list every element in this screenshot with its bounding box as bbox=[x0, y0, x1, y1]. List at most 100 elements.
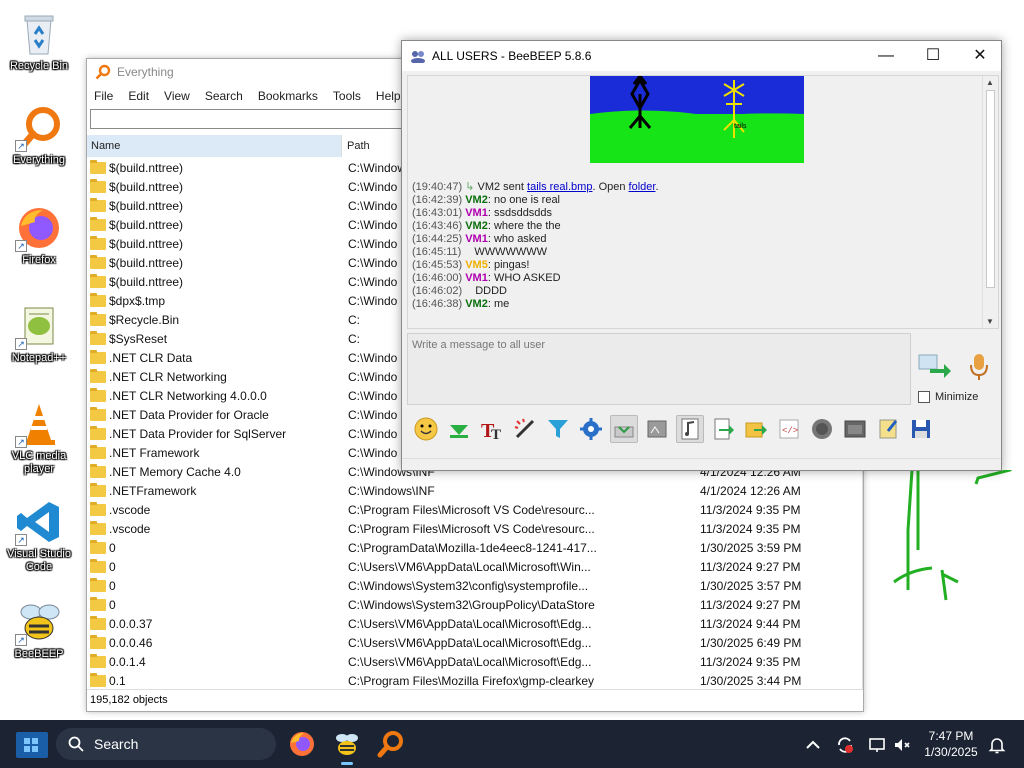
minimize-window-button[interactable]: — bbox=[863, 41, 909, 71]
users-icon bbox=[411, 51, 425, 63]
cell-name: .NETFramework bbox=[87, 482, 348, 498]
close-window-button[interactable]: ✕ bbox=[957, 41, 1003, 71]
notification-bell-icon[interactable] bbox=[988, 736, 1006, 754]
save-chat-icon[interactable] bbox=[610, 415, 638, 443]
save-disk-icon[interactable] bbox=[907, 415, 935, 443]
system-clock[interactable]: 7:47 PM 1/30/2025 bbox=[916, 728, 986, 760]
table-row[interactable]: .NETFramework C:\Windows\INF 4/1/2024 12:2… bbox=[87, 481, 863, 500]
volume-muted-icon[interactable] bbox=[893, 736, 911, 754]
shared-image: tails bbox=[590, 76, 804, 163]
desktop-icon-beebeep[interactable]: ↗ BeeBEEP bbox=[4, 598, 74, 661]
taskbar-everything[interactable] bbox=[377, 730, 405, 758]
desktop-icon-recycle-bin[interactable]: Recycle Bin bbox=[4, 10, 74, 73]
color-pen-icon[interactable] bbox=[511, 415, 539, 443]
scroll-thumb[interactable] bbox=[986, 90, 995, 288]
menu-bookmarks[interactable]: Bookmarks bbox=[258, 89, 318, 103]
image-icon[interactable] bbox=[643, 415, 671, 443]
menu-help[interactable]: Help bbox=[376, 89, 401, 103]
filter-icon[interactable] bbox=[544, 415, 572, 443]
beebeep-titlebar[interactable]: ALL USERS - BeeBEEP 5.8.6 — ☐ ✕ bbox=[402, 41, 1001, 71]
chat-scrollbar[interactable]: ▲ ▼ bbox=[982, 76, 998, 328]
cell-name: .vscode bbox=[87, 501, 348, 517]
maximize-window-button[interactable]: ☐ bbox=[910, 41, 956, 71]
menu-edit[interactable]: Edit bbox=[128, 89, 149, 103]
network-icon[interactable] bbox=[868, 736, 886, 754]
desktop-icon-label: BeeBEEP bbox=[14, 648, 64, 660]
table-row[interactable]: 0 C:\Users\VM6\AppData\Local\Microsoft\Wi… bbox=[87, 557, 863, 576]
file-name: $(build.nttree) bbox=[109, 179, 184, 194]
table-row[interactable]: 0 C:\Windows\System32\GroupPolicy\DataSto… bbox=[87, 595, 863, 614]
emoticon-icon[interactable] bbox=[412, 415, 440, 443]
minimize-option[interactable]: Minimize bbox=[918, 391, 978, 403]
table-row[interactable]: 0.0.0.46 C:\Users\VM6\AppData\Local\Micro… bbox=[87, 633, 863, 652]
desktop-icon-notepadpp[interactable]: ↗ Notepad++ bbox=[4, 302, 74, 365]
green-arrow-down-icon[interactable] bbox=[445, 415, 473, 443]
search-input[interactable] bbox=[90, 109, 410, 129]
menu-file[interactable]: File bbox=[94, 89, 113, 103]
table-row[interactable]: .vscode C:\Program Files\Microsoft VS Cod… bbox=[87, 500, 863, 519]
cell-date-modified: 11/3/2024 9:35 PM bbox=[700, 521, 801, 536]
message-text: : ssdsddsdds bbox=[487, 207, 553, 219]
send-folder-icon[interactable] bbox=[742, 415, 770, 443]
folder-icon bbox=[90, 653, 106, 668]
record-icon[interactable] bbox=[808, 415, 836, 443]
table-row[interactable]: 0.1 C:\Program Files\Mozilla Firefox\gmp-… bbox=[87, 671, 863, 690]
chat-message: (16:46:38) VM2: me bbox=[412, 298, 659, 311]
cell-name: $(build.nttree) bbox=[87, 273, 348, 289]
folder-icon bbox=[90, 292, 106, 307]
file-link[interactable]: tails real.bmp bbox=[527, 181, 592, 193]
send-message-icon[interactable] bbox=[918, 353, 952, 379]
taskbar-firefox[interactable] bbox=[288, 730, 316, 758]
scroll-up-icon[interactable]: ▲ bbox=[986, 78, 994, 87]
column-header-name[interactable]: Name bbox=[87, 135, 342, 157]
menu-view[interactable]: View bbox=[164, 89, 190, 103]
table-row[interactable]: 0.0.1.4 C:\Users\VM6\AppData\Local\Micros… bbox=[87, 652, 863, 671]
message-timestamp: (16:45:53) bbox=[412, 259, 463, 271]
minimize-checkbox[interactable] bbox=[918, 391, 930, 403]
notes-icon[interactable] bbox=[874, 415, 902, 443]
message-input[interactable]: Write a message to all user bbox=[407, 333, 911, 405]
microphone-icon[interactable] bbox=[968, 353, 990, 381]
beebeep-window[interactable]: ALL USERS - BeeBEEP 5.8.6 — ☐ ✕ tails (1… bbox=[401, 40, 1002, 471]
file-name: 0 bbox=[109, 540, 116, 555]
resize-grip[interactable] bbox=[402, 458, 1001, 470]
screenshot-icon[interactable] bbox=[841, 415, 869, 443]
message-timestamp: (16:45:11) bbox=[412, 246, 462, 258]
folder-icon bbox=[90, 330, 106, 345]
message-sender: VM1 bbox=[465, 272, 488, 284]
desktop-icon-firefox[interactable]: ↗ Firefox bbox=[4, 204, 74, 267]
send-file-icon[interactable] bbox=[709, 415, 737, 443]
taskbar-beebeep[interactable] bbox=[333, 730, 361, 765]
font-icon[interactable]: TT bbox=[478, 415, 506, 443]
vscode-icon: ↗ bbox=[15, 498, 63, 546]
start-button[interactable] bbox=[16, 732, 48, 758]
music-note-icon[interactable] bbox=[676, 415, 704, 443]
desktop-icon-vscode[interactable]: ↗ Visual Studio Code bbox=[4, 498, 74, 574]
chevron-up-icon[interactable] bbox=[804, 736, 822, 754]
message-sender: VM2 bbox=[465, 298, 488, 310]
taskbar-search[interactable]: Search bbox=[56, 728, 276, 760]
folder-icon bbox=[90, 273, 106, 288]
folder-link[interactable]: folder bbox=[629, 181, 656, 193]
desktop-icon-vlc[interactable]: ↗ VLC media player bbox=[4, 400, 74, 476]
folder-icon bbox=[90, 463, 106, 478]
file-name: $(build.nttree) bbox=[109, 236, 184, 251]
table-row[interactable]: 0 C:\ProgramData\Mozilla-1de4eec8-1241-41… bbox=[87, 538, 863, 557]
message-text: . bbox=[655, 181, 659, 193]
cell-name: $(build.nttree) bbox=[87, 216, 348, 232]
menu-tools[interactable]: Tools bbox=[333, 89, 361, 103]
scroll-down-icon[interactable]: ▼ bbox=[986, 317, 994, 326]
menu-search[interactable]: Search bbox=[205, 89, 243, 103]
desktop-icon-everything[interactable]: ↗ Everything bbox=[4, 104, 74, 167]
folder-icon bbox=[90, 311, 106, 326]
cell-name: 0.0.0.46 bbox=[87, 634, 348, 650]
folder-icon bbox=[90, 558, 106, 573]
cell-date-modified: 1/30/2025 3:57 PM bbox=[700, 578, 802, 593]
settings-gear-icon[interactable] bbox=[577, 415, 605, 443]
table-row[interactable]: 0 C:\Windows\System32\config\systemprofil… bbox=[87, 576, 863, 595]
sync-alert-icon[interactable] bbox=[836, 736, 854, 754]
html-code-icon[interactable]: </> bbox=[775, 415, 803, 443]
table-row[interactable]: .vscode C:\Program Files\Microsoft VS Cod… bbox=[87, 519, 863, 538]
table-row[interactable]: 0.0.0.37 C:\Users\VM6\AppData\Local\Micro… bbox=[87, 614, 863, 633]
svg-text:</>: </> bbox=[782, 426, 798, 436]
